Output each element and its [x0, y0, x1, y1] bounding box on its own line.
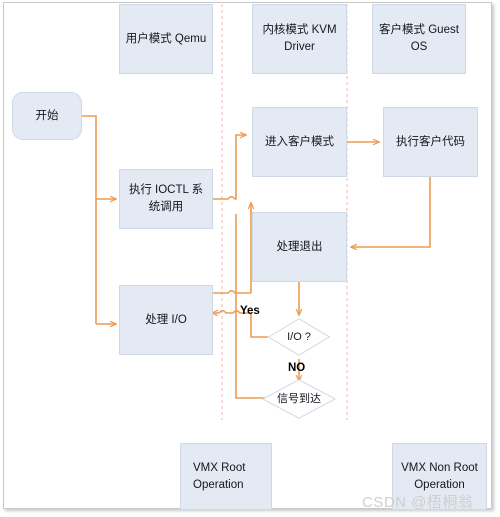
node-signal-decision: 信号到达	[262, 379, 336, 419]
lane-header-guest: 客户模式 Guest OS	[372, 4, 466, 74]
lane-header-kernel: 内核模式 KVM Driver	[252, 4, 347, 74]
node-io-decision: I/O ?	[268, 318, 330, 356]
node-handle-io: 处理 I/O	[119, 285, 213, 355]
lane-header-user-label: 用户模式 Qemu	[125, 32, 207, 45]
node-run-guest-code-label: 执行客户代码	[396, 135, 465, 148]
lane-header-guest-label: 客户模式 Guest OS	[379, 24, 459, 53]
page-frame	[3, 2, 492, 509]
footer-vmx-root-label: VMX Root Operation	[193, 461, 246, 491]
node-handle-exit-label: 处理退出	[276, 240, 323, 253]
node-run-guest-code: 执行客户代码	[383, 107, 478, 177]
lane-header-user: 用户模式 Qemu	[119, 4, 213, 74]
node-enter-guest: 进入客户模式	[252, 107, 347, 177]
node-handle-io-label: 处理 I/O	[145, 313, 187, 326]
footer-vmx-non-root-label: VMX Non Root Operation	[401, 461, 478, 491]
node-ioctl-label: 执行 IOCTL 系统调用	[128, 184, 204, 213]
node-handle-exit: 处理退出	[252, 212, 347, 282]
edge-label-yes: Yes	[240, 305, 260, 317]
node-start-label: 开始	[35, 109, 59, 122]
footer-vmx-root: VMX Root Operation	[180, 443, 272, 510]
lane-header-kernel-label: 内核模式 KVM Driver	[262, 24, 337, 53]
diagram-canvas: 用户模式 Qemu 内核模式 KVM Driver 客户模式 Guest OS …	[0, 0, 500, 517]
node-start: 开始	[12, 92, 82, 140]
csdn-watermark: CSDN @梧桐翁	[362, 494, 474, 511]
node-enter-guest-label: 进入客户模式	[265, 135, 334, 148]
node-ioctl: 执行 IOCTL 系统调用	[119, 169, 213, 229]
edge-label-no: NO	[288, 362, 306, 374]
